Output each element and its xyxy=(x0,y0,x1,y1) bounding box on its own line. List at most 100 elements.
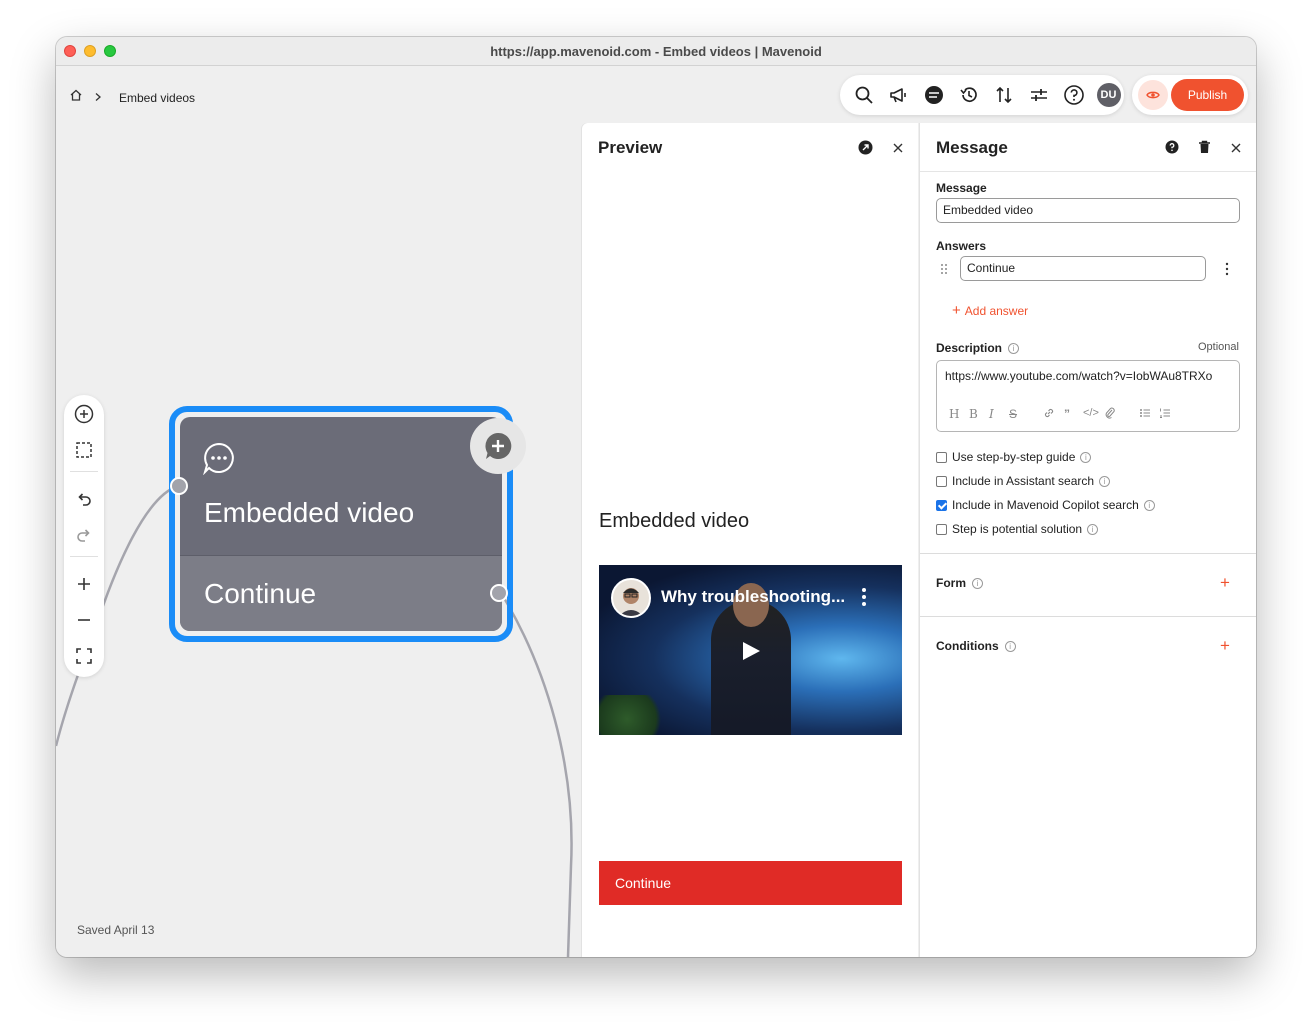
checkbox[interactable] xyxy=(936,475,947,487)
optional-hint: Optional xyxy=(1198,341,1239,353)
checkbox-label: Include in Assistant search xyxy=(952,474,1095,488)
section-divider xyxy=(920,616,1256,617)
add-child-node-icon[interactable] xyxy=(470,418,526,474)
numbered-list-icon[interactable] xyxy=(1159,407,1171,422)
code-format-icon[interactable]: </> xyxy=(1083,407,1099,419)
user-avatar[interactable]: DU xyxy=(1093,79,1124,111)
bullet-list-icon[interactable] xyxy=(1139,407,1151,422)
drag-handle-icon[interactable] xyxy=(940,262,948,280)
checkbox-label: Include in Mavenoid Copilot search xyxy=(952,498,1139,512)
info-icon[interactable]: i xyxy=(1080,451,1092,463)
home-icon[interactable] xyxy=(69,88,83,107)
channel-avatar[interactable] xyxy=(611,578,651,618)
history-icon[interactable] xyxy=(953,79,984,111)
chevron-right-icon xyxy=(93,89,103,107)
node-input-port[interactable] xyxy=(170,477,188,495)
video-title[interactable]: Why troubleshooting... xyxy=(661,587,845,607)
top-toolbar: DU xyxy=(840,75,1124,115)
app-window: https://app.mavenoid.com - Embed videos … xyxy=(56,37,1256,957)
strikethrough-format-icon[interactable]: S xyxy=(1009,407,1017,421)
embedded-video[interactable]: Why troubleshooting... xyxy=(599,565,902,735)
breadcrumb: Embed videos xyxy=(69,88,195,107)
saved-status: Saved April 13 xyxy=(77,923,155,937)
avatar-initials: DU xyxy=(1096,83,1121,107)
answers-label: Answers xyxy=(936,239,987,253)
answer-output-port[interactable] xyxy=(490,584,508,602)
add-condition-icon[interactable]: + xyxy=(1220,637,1230,654)
info-icon[interactable]: i xyxy=(1143,499,1155,511)
trash-icon[interactable] xyxy=(1198,140,1211,159)
link-format-icon[interactable] xyxy=(1043,407,1055,422)
italic-format-icon[interactable]: I xyxy=(989,407,994,421)
description-text[interactable]: https://www.youtube.com/watch?v=IobWAu8T… xyxy=(945,369,1212,383)
preview-eye-icon[interactable] xyxy=(1138,80,1168,110)
checkbox-assistant-search[interactable]: Include in Assistant search i xyxy=(936,474,1111,488)
add-answer-button[interactable]: + Add answer xyxy=(952,303,1028,318)
section-divider xyxy=(920,553,1256,554)
play-icon[interactable] xyxy=(740,640,762,667)
quote-format-icon[interactable]: ” xyxy=(1064,407,1070,421)
undo-icon[interactable] xyxy=(72,487,96,511)
info-icon[interactable]: i xyxy=(1004,640,1016,652)
checkbox-copilot-search[interactable]: Include in Mavenoid Copilot search i xyxy=(936,498,1155,512)
select-area-icon[interactable] xyxy=(72,438,96,462)
close-icon[interactable] xyxy=(892,141,904,159)
conditions-section[interactable]: Conditions i xyxy=(936,639,1016,653)
node-answer-label: Continue xyxy=(204,578,317,609)
chat-icon[interactable] xyxy=(918,79,949,111)
publish-button[interactable]: Publish xyxy=(1171,79,1244,111)
message-input[interactable]: Embedded video xyxy=(936,198,1240,223)
chat-bubble-icon xyxy=(202,441,236,480)
sliders-icon[interactable] xyxy=(1023,79,1054,111)
bold-format-icon[interactable]: B xyxy=(969,407,978,421)
info-icon[interactable]: i xyxy=(1087,523,1099,535)
open-external-icon[interactable] xyxy=(858,140,873,160)
sort-icon[interactable] xyxy=(988,79,1019,111)
node-answer[interactable]: Continue xyxy=(180,555,502,631)
checkbox[interactable] xyxy=(936,523,947,535)
description-editor[interactable]: https://www.youtube.com/watch?v=IobWAu8T… xyxy=(936,360,1240,432)
preview-title: Preview xyxy=(598,138,663,157)
redo-icon[interactable] xyxy=(72,523,96,547)
attachment-icon[interactable] xyxy=(1104,407,1116,422)
breadcrumb-current[interactable]: Embed videos xyxy=(119,91,195,105)
flow-canvas[interactable]: Embed videos DU Publish Embedded video C… xyxy=(56,66,1256,957)
more-vertical-icon[interactable] xyxy=(857,586,871,608)
description-label: Description xyxy=(936,341,1003,355)
help-icon[interactable] xyxy=(1165,140,1179,159)
answer-input[interactable]: Continue xyxy=(960,256,1206,281)
checkbox-checked[interactable] xyxy=(936,499,947,511)
title-bar: https://app.mavenoid.com - Embed videos … xyxy=(56,37,1256,66)
canvas-tools xyxy=(64,395,104,677)
video-background xyxy=(599,695,669,735)
checkbox-step-by-step[interactable]: Use step-by-step guide i xyxy=(936,450,1092,464)
info-icon[interactable]: i xyxy=(1008,342,1020,354)
zoom-in-icon[interactable] xyxy=(72,572,96,596)
checkbox-label: Step is potential solution xyxy=(952,522,1083,536)
checkbox[interactable] xyxy=(936,451,947,463)
megaphone-icon[interactable] xyxy=(883,79,914,111)
header-divider xyxy=(920,171,1256,172)
preview-continue-button[interactable]: Continue xyxy=(599,861,902,905)
flow-node[interactable]: Embedded video Continue xyxy=(180,417,502,631)
tools-divider xyxy=(70,471,98,472)
checkbox-potential-solution[interactable]: Step is potential solution i xyxy=(936,522,1099,536)
search-icon[interactable] xyxy=(848,79,879,111)
zoom-out-icon[interactable] xyxy=(72,608,96,632)
info-icon[interactable]: i xyxy=(972,577,983,589)
conditions-label: Conditions xyxy=(936,639,999,653)
more-vertical-icon[interactable] xyxy=(1224,262,1230,281)
fit-view-icon[interactable] xyxy=(72,644,96,668)
close-icon[interactable] xyxy=(1230,141,1242,159)
form-section[interactable]: Form i xyxy=(936,576,983,590)
checkbox-label: Use step-by-step guide xyxy=(952,450,1076,464)
add-form-icon[interactable]: + xyxy=(1220,574,1230,591)
add-answer-label: Add answer xyxy=(964,303,1029,318)
add-node-icon[interactable] xyxy=(72,402,96,426)
info-icon[interactable]: i xyxy=(1099,475,1111,487)
form-label: Form xyxy=(936,576,966,590)
help-icon[interactable] xyxy=(1058,79,1089,111)
publish-group: Publish xyxy=(1132,75,1248,115)
description-label-row: Description i xyxy=(936,341,1020,355)
heading-format-icon[interactable]: H xyxy=(949,407,959,421)
